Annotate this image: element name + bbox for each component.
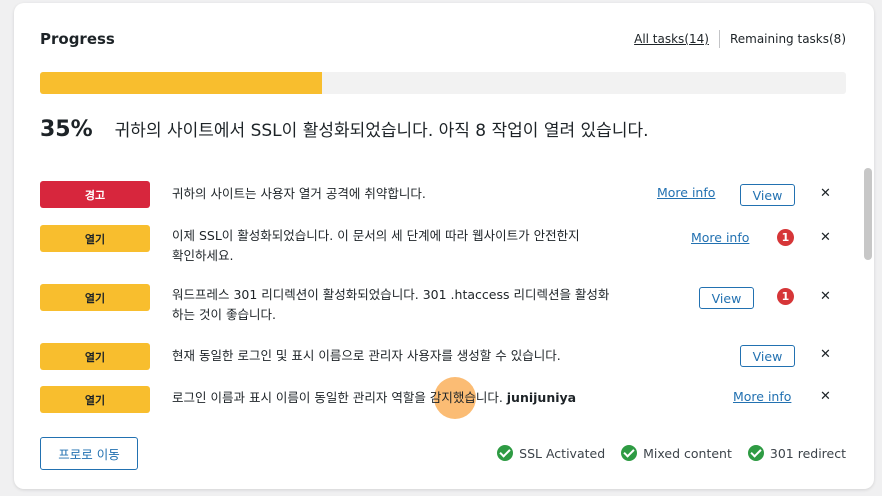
task-text: 귀하의 사이트는 사용자 열거 공격에 취약합니다. — [172, 186, 426, 201]
progress-bar — [40, 72, 846, 94]
task-row: 열기 이제 SSL이 활성화되었습니다. 이 문서의 세 단계에 따라 웹사이트… — [40, 224, 840, 264]
task-text: 로그인 이름과 표시 이름이 동일한 관리자 역할을 감지했습니다. junij… — [172, 390, 577, 405]
progress-bar-fill — [40, 72, 323, 94]
close-icon[interactable]: ✕ — [820, 230, 831, 245]
close-icon[interactable]: ✕ — [820, 186, 831, 201]
task-row: 열기 현재 동일한 로그인 및 표시 이름으로 관리자 사용자를 생성할 수 있… — [40, 342, 840, 382]
check-circle-icon — [497, 445, 514, 461]
task-text: 이제 SSL이 활성화되었습니다. 이 문서의 세 단계에 따라 웹사이트가 안… — [172, 228, 580, 263]
more-info-link[interactable]: More info — [733, 389, 791, 404]
status-badge: 열기 — [40, 225, 150, 252]
status-badge: 열기 — [40, 343, 150, 370]
view-button[interactable]: View — [740, 184, 795, 206]
status-mixed-content: Mixed content — [621, 445, 732, 461]
card-title: Progress — [40, 30, 115, 48]
username-text: junijuniya — [506, 390, 577, 405]
task-text: 워드프레스 301 리디렉션이 활성화되었습니다. 301 .htaccess … — [172, 287, 610, 322]
task-row: 열기 워드프레스 301 리디렉션이 활성화되었습니다. 301 .htacce… — [40, 283, 840, 323]
progress-card: Progress All tasks(14) Remaining tasks(8… — [14, 3, 874, 489]
check-circle-icon — [747, 445, 764, 461]
notice-icon: 1 — [777, 288, 794, 305]
scrollbar-thumb[interactable] — [864, 168, 872, 260]
check-circle-icon — [621, 445, 638, 461]
view-button[interactable]: View — [699, 287, 754, 309]
progress-summary: 35% 귀하의 사이트에서 SSL이 활성화되었습니다. 아직 8 작업이 열려… — [40, 116, 649, 142]
tab-all-tasks[interactable]: All tasks(14) — [634, 32, 709, 46]
task-row: 열기 로그인 이름과 표시 이름이 동일한 관리자 역할을 감지했습니다. ju… — [40, 384, 840, 424]
scrollbar[interactable] — [864, 166, 872, 414]
status-badge: 경고 — [40, 181, 150, 208]
view-button[interactable]: View — [740, 345, 795, 367]
close-icon[interactable]: ✕ — [820, 347, 831, 362]
tab-remaining-tasks[interactable]: Remaining tasks(8) — [730, 32, 846, 46]
more-info-link[interactable]: More info — [657, 185, 715, 200]
progress-message: 귀하의 사이트에서 SSL이 활성화되었습니다. 아직 8 작업이 열려 있습니… — [114, 121, 649, 141]
go-pro-button[interactable]: 프로로 이동 — [40, 437, 138, 470]
close-icon[interactable]: ✕ — [820, 389, 831, 404]
task-filter-tabs: All tasks(14) Remaining tasks(8) — [634, 30, 846, 48]
status-badge: 열기 — [40, 386, 150, 413]
tab-divider — [718, 30, 720, 48]
task-text: 현재 동일한 로그인 및 표시 이름으로 관리자 사용자를 생성할 수 있습니다… — [172, 348, 561, 363]
progress-percent: 35% — [40, 117, 93, 142]
status-badge: 열기 — [40, 284, 150, 311]
status-redirect: 301 redirect — [747, 445, 846, 461]
notice-icon: 1 — [777, 229, 794, 246]
task-row: 경고 귀하의 사이트는 사용자 열거 공격에 취약합니다. More info … — [40, 180, 840, 220]
status-list: SSL Activated Mixed content 301 redirect — [481, 445, 846, 461]
more-info-link[interactable]: More info — [691, 230, 749, 245]
close-icon[interactable]: ✕ — [820, 289, 831, 304]
status-ssl: SSL Activated — [497, 445, 605, 461]
